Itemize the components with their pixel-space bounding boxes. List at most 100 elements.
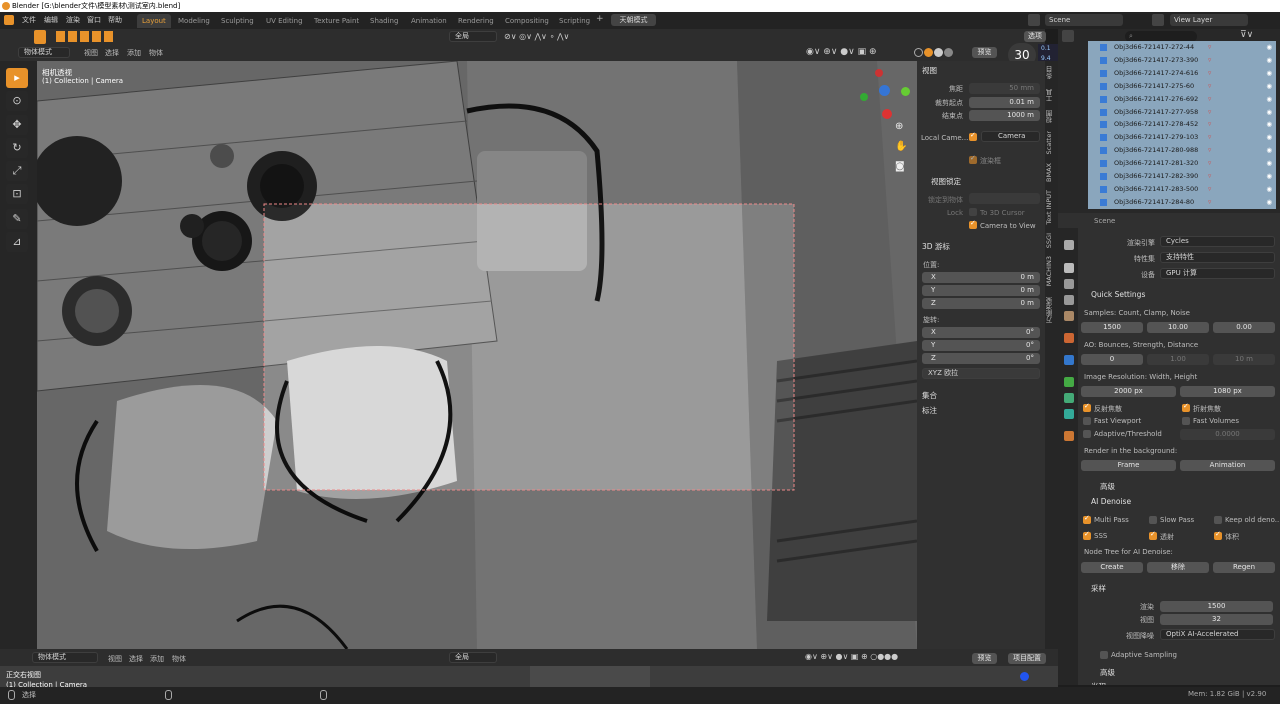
eye-icon[interactable]: ◉ (1266, 118, 1272, 131)
view-layer-props-icon[interactable] (1064, 295, 1074, 305)
render-samples-field[interactable]: 1500 (1160, 601, 1273, 612)
add-workspace-icon[interactable]: + (596, 14, 604, 24)
bottom-preview-button[interactable]: 预览 (972, 653, 997, 664)
world-props-icon[interactable] (1064, 333, 1074, 343)
select-mode-icons[interactable] (56, 31, 114, 42)
engine-dropdown[interactable]: Cycles (1160, 236, 1275, 247)
eye-icon[interactable]: ◉ (1266, 183, 1272, 196)
bottom-object-mode-dropdown[interactable]: 物体模式 (32, 652, 98, 663)
outliner-row[interactable]: Obj3d66-721417-282-390 ▿ ◉ (1088, 170, 1276, 183)
tab-uv-editing[interactable]: UV Editing (261, 14, 308, 28)
section-advanced[interactable]: 高级 (1100, 481, 1115, 492)
location-y-field[interactable]: Y 0 m (922, 285, 1040, 296)
regen-button[interactable]: Regen (1213, 562, 1275, 573)
transform-orientation-dropdown[interactable]: 全局 (449, 31, 497, 42)
create-button[interactable]: Create (1081, 562, 1143, 573)
tab-animation[interactable]: Animation (406, 14, 452, 28)
render-frame-button[interactable]: Frame (1081, 460, 1176, 471)
outliner-row[interactable]: Obj3d66-721417-275-60 ▿ ◉ (1088, 79, 1276, 93)
rotation-y-field[interactable]: Y 0° (922, 340, 1040, 351)
zoom-icon[interactable]: ⊕ (895, 121, 903, 132)
tab-scripting[interactable]: Scripting (554, 14, 595, 28)
tab-view[interactable]: 视图 (1045, 110, 1057, 123)
keep-old-denoise-checkbox[interactable] (1214, 516, 1222, 524)
eye-icon[interactable]: ◉ (1266, 54, 1272, 67)
eye-icon[interactable]: ◉ (1266, 67, 1272, 80)
reflective-caustics-checkbox[interactable] (1083, 402, 1091, 412)
object-mode-dropdown[interactable]: 物体模式 (18, 47, 70, 58)
local-camera-field[interactable]: Camera (981, 131, 1040, 142)
bottom-viewport[interactable] (0, 666, 1058, 687)
resolution-width-field[interactable]: 2000 px (1081, 386, 1176, 397)
scene-props-icon[interactable] (1064, 311, 1074, 321)
tab-scatter[interactable]: Scatter (1045, 131, 1057, 154)
tab-bmax[interactable]: BMAX (1045, 163, 1057, 182)
eye-icon[interactable]: ◉ (1266, 41, 1272, 54)
section-view[interactable]: 视图 (922, 65, 937, 76)
tab-universal-render[interactable]: 万能渲染 (1045, 297, 1057, 323)
eye-icon[interactable]: ◉ (1266, 170, 1272, 183)
menu-edit[interactable]: 编辑 (44, 15, 58, 25)
section-advanced-2[interactable]: 高级 (1100, 667, 1115, 678)
slow-pass-checkbox[interactable] (1149, 516, 1157, 524)
resolution-height-field[interactable]: 1080 px (1180, 386, 1275, 397)
tab-machin3[interactable]: MACHIN3 (1045, 256, 1057, 286)
to-3d-cursor-checkbox[interactable] (969, 208, 977, 216)
section-quick-settings[interactable]: Quick Settings (1091, 290, 1145, 299)
outliner-row[interactable]: Obj3d66-721417-279-103 ▿ ◉ (1088, 131, 1276, 145)
editor-type-icon[interactable] (4, 15, 14, 25)
menu-file[interactable]: 文件 (22, 15, 36, 25)
view-layer-selector[interactable]: View Layer (1170, 14, 1248, 26)
eye-icon[interactable]: ◉ (1266, 106, 1272, 119)
section-3d-cursor[interactable]: 3D 游标 (922, 241, 950, 252)
ao-strength-field[interactable]: 1.00 (1147, 354, 1209, 365)
tab-sculpting[interactable]: Sculpting (216, 14, 259, 28)
adaptive-threshold-checkbox[interactable] (1083, 430, 1091, 438)
viewport-denoise-dropdown[interactable]: OptiX AI-Accelerated (1160, 629, 1275, 640)
samples-noise-field[interactable]: 0.00 (1213, 322, 1275, 333)
measure-tool-icon[interactable]: ⊿ (6, 232, 28, 252)
menu-view[interactable]: 视图 (84, 48, 98, 58)
physics-props-icon[interactable] (1064, 409, 1074, 419)
particles-props-icon[interactable] (1064, 393, 1074, 403)
outliner-row[interactable]: Obj3d66-721417-281-320 ▿ ◉ (1088, 157, 1276, 171)
refractive-caustics-checkbox[interactable] (1182, 402, 1190, 412)
render-border-checkbox[interactable] (969, 154, 977, 164)
scene-icon[interactable] (1028, 14, 1040, 26)
select-tool-icon[interactable]: ▸ (6, 68, 28, 88)
outliner-row[interactable]: Obj3d66-721417-280-988 ▿ ◉ (1088, 144, 1276, 158)
tab-layout[interactable]: Layout (137, 14, 171, 28)
section-collection[interactable]: 集合 (922, 390, 937, 401)
focal-field[interactable]: 50 mm (969, 83, 1040, 94)
rotate-tool-icon[interactable]: ↻ (6, 138, 28, 158)
adaptive-sampling-checkbox[interactable] (1100, 651, 1108, 659)
menu-render[interactable]: 渲染 (66, 15, 80, 25)
scene-selector[interactable]: Scene (1045, 14, 1123, 26)
object-props-icon[interactable] (1064, 355, 1074, 365)
filter-icon[interactable]: ⊽∨ (1240, 30, 1253, 40)
camera-to-view-checkbox[interactable] (969, 219, 977, 229)
tab-ssgi[interactable]: SSGI (1045, 233, 1057, 248)
clip-start-field[interactable]: 0.01 m (969, 97, 1040, 108)
fast-volumes-checkbox[interactable] (1182, 417, 1190, 425)
rotation-z-field[interactable]: Z 0° (922, 353, 1040, 364)
menu-window[interactable]: 窗口 (87, 15, 101, 25)
eye-icon[interactable]: ◉ (1266, 131, 1272, 144)
render-animation-button[interactable]: Animation (1180, 460, 1275, 471)
cursor-tool-icon[interactable]: ⊙ (6, 91, 28, 111)
rotation-mode-dropdown[interactable]: XYZ 欧拉 (922, 368, 1040, 379)
adaptive-threshold-field[interactable]: 0.0000 (1180, 429, 1275, 440)
section-ai-denoise[interactable]: AI Denoise (1091, 497, 1131, 506)
view-layer-icon[interactable] (1152, 14, 1164, 26)
tab-tool[interactable]: 工具 (1045, 89, 1057, 102)
tool-props-icon[interactable] (1064, 240, 1074, 250)
menu-object[interactable]: 物体 (149, 48, 163, 58)
outliner-row[interactable]: Obj3d66-721417-274-616 ▿ ◉ (1088, 66, 1276, 80)
viewport-samples-field[interactable]: 32 (1160, 614, 1273, 625)
eye-icon[interactable]: ◉ (1266, 144, 1272, 157)
menu-select[interactable]: 选择 (105, 48, 119, 58)
multi-pass-checkbox[interactable] (1083, 514, 1091, 524)
move-tool-icon[interactable]: ✥ (6, 115, 28, 135)
tab-rendering[interactable]: Rendering (453, 14, 499, 28)
samples-count-field[interactable]: 1500 (1081, 322, 1143, 333)
